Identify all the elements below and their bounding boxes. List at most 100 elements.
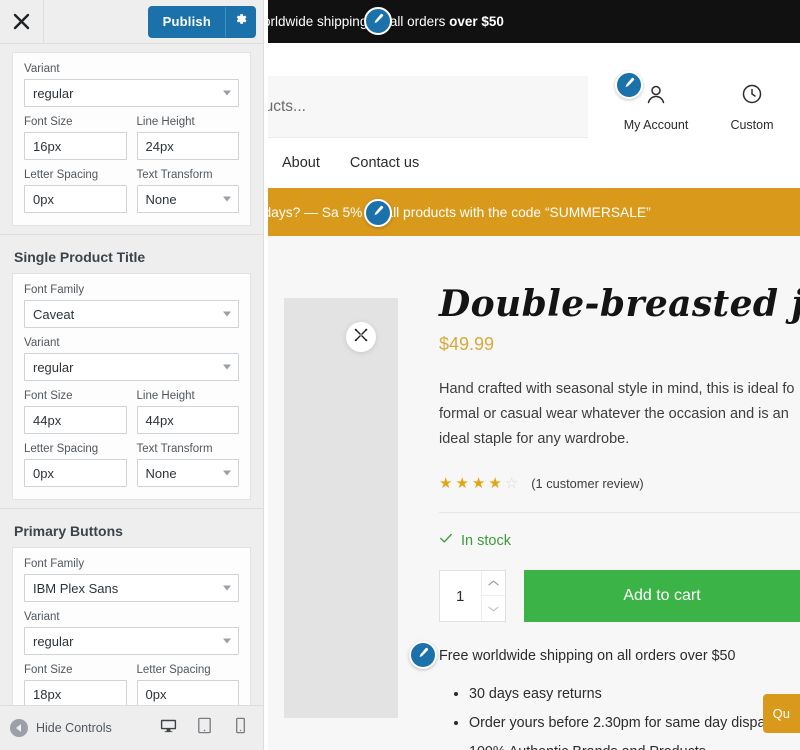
list-item: 30 days easy returns — [469, 680, 800, 709]
customizer-footer: Hide Controls — [0, 705, 263, 750]
tablet-icon — [195, 716, 214, 740]
desktop-icon — [159, 716, 178, 740]
gear-icon — [234, 12, 248, 31]
customizer-controls-scroll[interactable]: Variant regular Font Size 16px Line Heig… — [0, 44, 263, 705]
field-letter-spacing: Letter Spacing 0px — [136, 664, 239, 705]
font-family-select[interactable]: Caveat — [24, 300, 239, 328]
expand-image-button[interactable] — [346, 322, 376, 352]
product-price: $49.99 — [439, 334, 495, 354]
control-card-primary-buttons: Font Family IBM Plex Sans Variant regula… — [12, 547, 251, 705]
field-variant: Variant regular — [24, 611, 239, 655]
field-font-family: Font Family IBM Plex Sans — [24, 558, 239, 602]
chevron-down-icon — [223, 311, 231, 317]
nav-item-about[interactable]: About — [282, 155, 320, 171]
quantity-decrease-button[interactable] — [482, 596, 505, 621]
desktop-preview-button[interactable] — [157, 717, 179, 739]
publish-settings-button[interactable] — [225, 6, 255, 37]
field-label: Variant — [24, 611, 60, 623]
add-to-cart-button[interactable]: Add to cart — [524, 570, 800, 622]
field-label: Font Size — [24, 390, 73, 402]
edit-shortcut-promo[interactable] — [364, 199, 392, 227]
customer-service-link[interactable]: Custom — [704, 82, 800, 132]
chevron-up-icon — [488, 574, 499, 592]
chevron-down-icon — [223, 364, 231, 370]
text-transform-select-value: None — [145, 465, 177, 481]
customer-service-label: Custom — [730, 118, 774, 132]
star-filled-icon: ★ — [455, 475, 470, 492]
customizer-screen: Publish Variant regular Font Size 16px L… — [0, 0, 800, 750]
line-height-input[interactable]: 44px — [136, 406, 239, 434]
device-preview-buttons — [157, 717, 251, 739]
star-empty-icon: ☆ — [504, 475, 520, 492]
text-transform-select[interactable]: None — [136, 185, 239, 213]
section-single-product-title: Single Product Title Font Family Caveat — [0, 235, 263, 509]
pencil-icon — [371, 12, 385, 31]
star-filled-icon: ★ — [488, 475, 503, 492]
text-transform-select-value: None — [145, 191, 177, 207]
tablet-preview-button[interactable] — [193, 717, 215, 739]
promo-banner: holidays? — Sa 5% on all products with t… — [264, 188, 800, 236]
field-letter-spacing: Letter Spacing 0px — [24, 169, 127, 213]
text-transform-select[interactable]: None — [136, 459, 239, 487]
expand-icon — [354, 328, 368, 347]
font-family-select[interactable]: IBM Plex Sans — [24, 574, 239, 602]
field-label: Font Size — [24, 664, 73, 676]
stock-status: In stock — [439, 531, 800, 550]
field-font-size: Font Size 18px — [24, 664, 127, 705]
hide-controls-button[interactable]: Hide Controls — [10, 719, 112, 737]
shipping-note: Free worldwide shipping on all orders ov… — [409, 648, 800, 664]
edit-shortcut-announcement[interactable] — [364, 7, 392, 35]
font-size-input[interactable]: 16px — [24, 132, 127, 160]
variant-select-value: regular — [33, 633, 74, 649]
collapse-arrow-icon — [10, 719, 28, 737]
field-label: Letter Spacing — [136, 664, 211, 676]
edit-shortcut-search[interactable] — [615, 71, 643, 99]
field-text-transform: Text Transform None — [136, 169, 239, 213]
chevron-down-icon — [223, 638, 231, 644]
divider — [439, 512, 800, 513]
publish-button[interactable]: Publish — [149, 7, 225, 37]
site-preview: e worldwide shipping on all orders over … — [264, 0, 800, 750]
questions-side-tab[interactable]: Qu — [762, 694, 800, 733]
font-size-input[interactable]: 44px — [24, 406, 127, 434]
quantity-increase-button[interactable] — [482, 571, 505, 596]
letter-spacing-input[interactable]: 0px — [24, 459, 127, 487]
quantity-input[interactable]: 1 — [440, 571, 481, 621]
check-icon — [439, 531, 453, 550]
variant-select[interactable]: regular — [24, 353, 239, 381]
edit-shortcut-shipping[interactable] — [409, 641, 437, 669]
nav-item-contact-us[interactable]: Contact us — [350, 155, 419, 171]
variant-select-value: regular — [33, 359, 74, 375]
letter-spacing-input[interactable]: 0px — [136, 680, 239, 705]
field-label: Line Height — [136, 116, 195, 128]
customizer-sidebar: Publish Variant regular Font Size 16px L… — [0, 0, 264, 750]
product-image[interactable] — [284, 298, 398, 718]
customer-review-link[interactable]: (1 customer review) — [531, 476, 643, 491]
preview-edge — [264, 0, 268, 750]
quantity-stepper[interactable]: 1 — [439, 570, 506, 622]
my-account-label: My Account — [623, 118, 689, 132]
search-input[interactable]: ducts... — [264, 76, 588, 138]
product-description: Hand crafted with seasonal style in mind… — [439, 381, 795, 447]
font-family-select-value: Caveat — [33, 306, 75, 322]
section-heading: Single Product Title — [14, 249, 146, 265]
field-font-size: Font Size 44px — [24, 390, 127, 434]
mobile-preview-button[interactable] — [229, 717, 251, 739]
shipping-note-text: Free worldwide shipping on all orders ov… — [439, 648, 736, 664]
close-customizer-button[interactable] — [0, 0, 44, 44]
stock-status-label: In stock — [461, 532, 511, 549]
chevron-down-icon — [223, 90, 231, 96]
line-height-input[interactable]: 24px — [136, 132, 239, 160]
letter-spacing-input[interactable]: 0px — [24, 185, 127, 213]
header-search-row: ducts... My Account — [264, 76, 800, 138]
field-label: Font Family — [24, 558, 85, 570]
variant-select[interactable]: regular — [24, 79, 239, 107]
field-text-transform: Text Transform None — [136, 443, 239, 487]
variant-select[interactable]: regular — [24, 627, 239, 655]
field-label: Letter Spacing — [24, 169, 99, 181]
field-label: Letter Spacing — [24, 443, 99, 455]
announcement-text-lead: e worldwide shipping on all orders — [264, 14, 446, 29]
field-label: Line Height — [136, 390, 195, 402]
font-size-input[interactable]: 18px — [24, 680, 127, 705]
customizer-header: Publish — [0, 0, 263, 44]
